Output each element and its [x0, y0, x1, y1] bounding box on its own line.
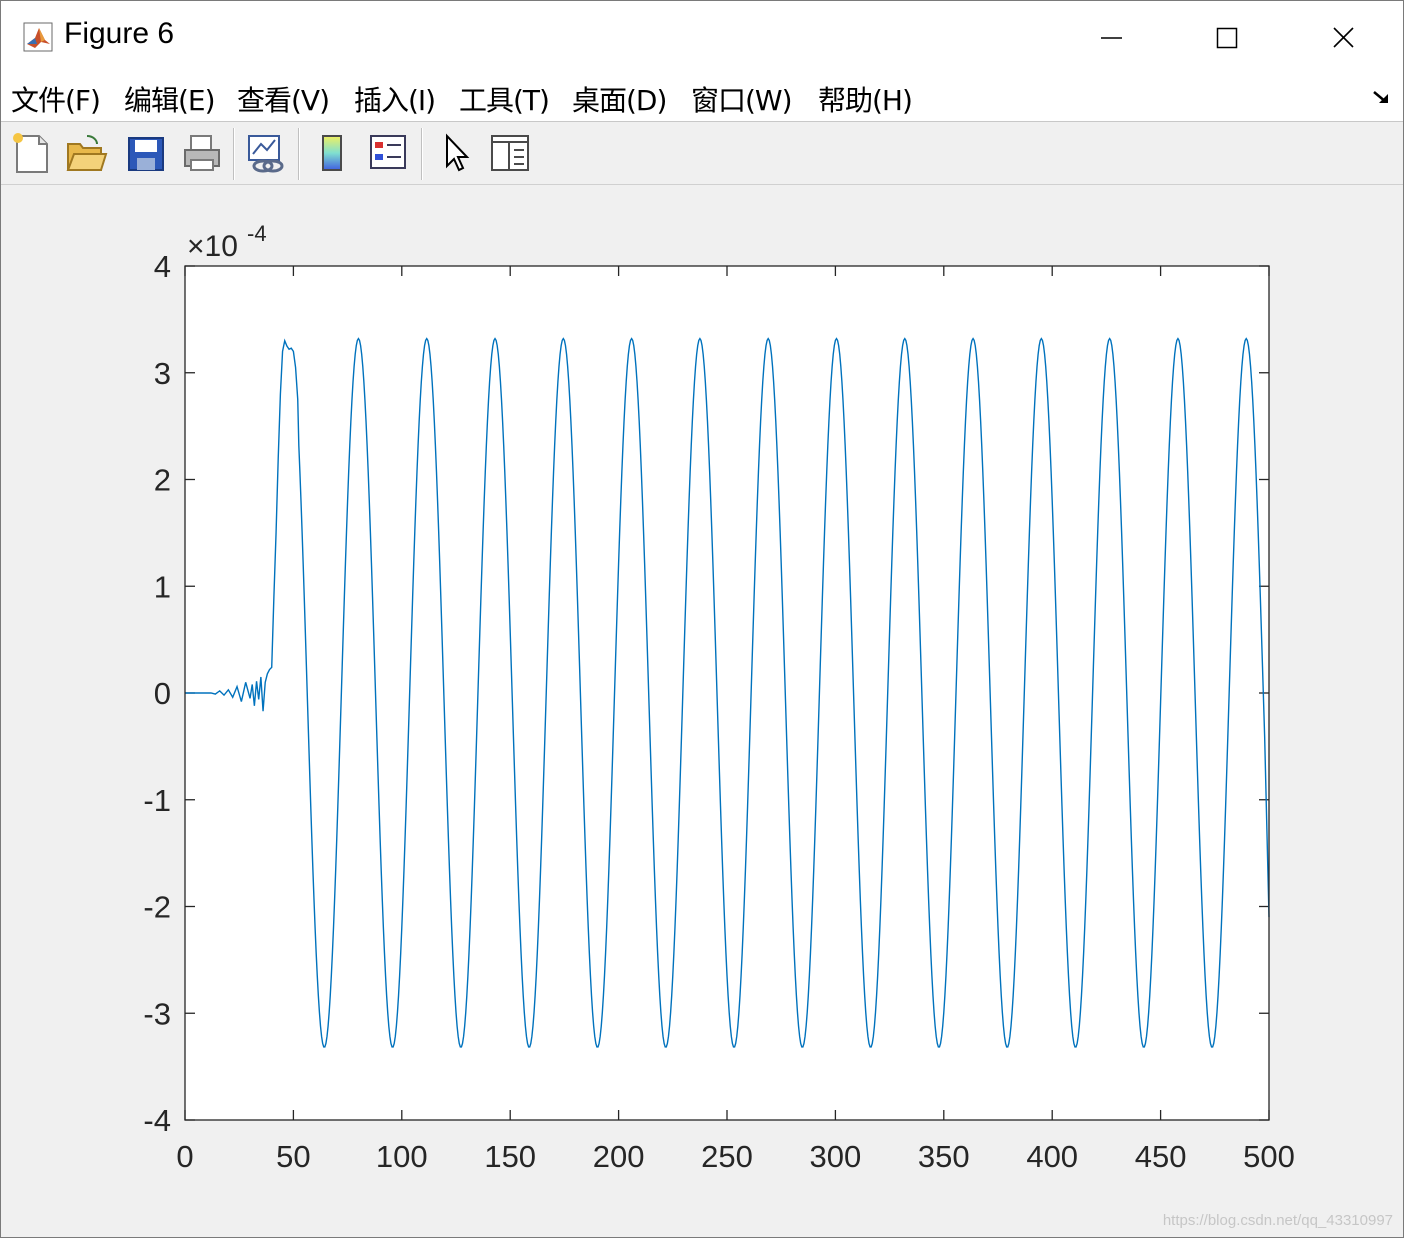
menu-desktop[interactable]: 桌面(D) [572, 79, 667, 119]
x-tick-label: 200 [593, 1139, 645, 1174]
minimize-icon [1101, 37, 1122, 39]
y-tick-label: 2 [154, 463, 171, 498]
open-file-button[interactable] [63, 130, 109, 176]
menu-edit[interactable]: 编辑(E) [124, 79, 216, 119]
new-figure-icon [13, 133, 48, 173]
x-tick-label: 100 [376, 1139, 428, 1174]
maximize-icon [1216, 27, 1238, 49]
close-icon [1333, 27, 1354, 48]
legend-button[interactable] [365, 130, 411, 176]
y-tick-label: 1 [154, 569, 171, 604]
x-tick-label: 250 [701, 1139, 753, 1174]
y-tick-label: -2 [143, 890, 171, 925]
property-editor-icon [491, 135, 529, 171]
edit-plot-pointer-icon [446, 133, 470, 172]
figure-window: Figure 6 文件(F) 编辑(E) 查看(V) 插入(I) 工具(T) 桌… [0, 0, 1404, 1238]
colorbar-button[interactable] [309, 130, 355, 176]
colorbar-icon [322, 135, 342, 171]
window-title: Figure 6 [64, 17, 175, 50]
new-figure-button[interactable] [9, 130, 55, 176]
dock-arrow-icon[interactable] [1371, 87, 1393, 109]
y-tick-label: 3 [154, 356, 171, 391]
maximize-button[interactable] [1169, 1, 1285, 75]
x-tick-label: 0 [176, 1139, 193, 1174]
y-tick-label: -1 [143, 783, 171, 818]
save-icon [128, 137, 164, 171]
x-tick-label: 150 [484, 1139, 536, 1174]
y-tick-label: 4 [154, 249, 171, 284]
y-exponent-multiplier: ×10 [187, 230, 238, 263]
y-tick-label: 0 [154, 676, 171, 711]
title-bar: Figure 6 [1, 1, 1403, 75]
minimize-button[interactable] [1053, 1, 1169, 75]
save-button[interactable] [123, 130, 169, 176]
watermark: https://blog.csdn.net/qq_43310997 [1162, 1212, 1393, 1229]
menu-window[interactable]: 窗口(W) [691, 79, 793, 119]
y-tick-label: -4 [143, 1103, 171, 1138]
matlab-logo-icon [23, 22, 53, 52]
x-tick-label: 450 [1135, 1139, 1187, 1174]
menu-tools[interactable]: 工具(T) [459, 79, 550, 119]
menu-help[interactable]: 帮助(H) [818, 79, 913, 119]
line-chart[interactable]: 0 50 100 150 200 250 300 350 400 450 500 4 3 2 1 0 -1 -2 -… [1, 185, 1403, 1237]
property-editor-button[interactable] [487, 130, 533, 176]
print-icon [184, 135, 220, 171]
x-tick-label: 300 [810, 1139, 862, 1174]
open-file-icon [66, 135, 108, 171]
figure-toolbar [1, 122, 1403, 185]
menu-insert[interactable]: 插入(I) [354, 79, 436, 119]
menu-view[interactable]: 查看(V) [237, 79, 330, 119]
y-tick-label: -3 [143, 996, 171, 1031]
x-tick-label: 400 [1026, 1139, 1078, 1174]
x-tick-label: 50 [276, 1139, 310, 1174]
x-tick-label: 500 [1243, 1139, 1295, 1174]
link-plot-icon [248, 135, 284, 173]
plot-area [185, 266, 1269, 1120]
menu-bar: 文件(F) 编辑(E) 查看(V) 插入(I) 工具(T) 桌面(D) 窗口(W… [1, 75, 1403, 122]
menu-file[interactable]: 文件(F) [11, 79, 101, 119]
print-button[interactable] [179, 130, 225, 176]
edit-plot-button[interactable] [433, 130, 479, 176]
x-tick-label: 350 [918, 1139, 970, 1174]
legend-icon [370, 135, 406, 169]
link-plot-button[interactable] [243, 130, 289, 176]
close-button[interactable] [1285, 1, 1401, 75]
y-exponent-power: -4 [247, 221, 267, 246]
